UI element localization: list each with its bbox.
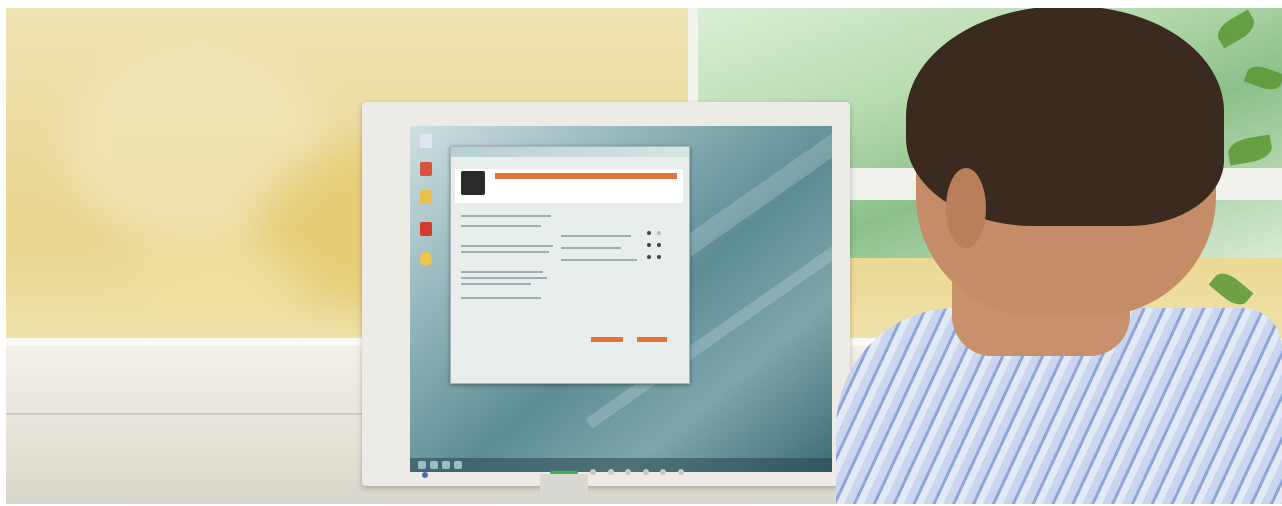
user-icon[interactable] (420, 162, 432, 176)
dialog-text-line (461, 215, 551, 217)
start-icon[interactable] (418, 461, 426, 469)
monitor (362, 102, 850, 486)
brand-logo-icon (422, 472, 428, 478)
taskbar-app-icon[interactable] (442, 461, 450, 469)
folder-icon[interactable] (420, 190, 432, 204)
monitor-button[interactable] (660, 469, 667, 475)
plant-leaf (1208, 267, 1254, 311)
dialog-banner (495, 173, 677, 179)
taskbar-app-icon[interactable] (430, 461, 438, 469)
monitor-stand (540, 474, 588, 504)
installer-dialog (450, 146, 690, 384)
dialog-text-line (561, 247, 621, 249)
app-icon[interactable] (420, 222, 432, 236)
logo-icon (461, 171, 485, 195)
recycle-bin-icon[interactable] (420, 134, 432, 148)
dialog-titlebar[interactable] (451, 147, 689, 157)
monitor-button[interactable] (642, 469, 649, 475)
dialog-text-line (561, 235, 631, 237)
monitor-button[interactable] (677, 469, 684, 475)
radio-button[interactable] (647, 231, 651, 235)
radio-button[interactable] (647, 255, 651, 259)
monitor-button[interactable] (590, 469, 597, 475)
next-button[interactable] (591, 337, 623, 342)
dialog-text-line (461, 251, 549, 253)
monitor-button[interactable] (625, 469, 632, 475)
radio-button[interactable] (657, 243, 661, 247)
photo (6, 8, 1282, 504)
dialog-text-line (461, 297, 541, 299)
radio-button[interactable] (657, 255, 661, 259)
cancel-button[interactable] (637, 337, 667, 342)
radio-button[interactable] (657, 231, 661, 235)
dialog-text-line (561, 259, 637, 261)
dialog-text-line (461, 283, 531, 285)
monitor-button[interactable] (607, 469, 614, 475)
monitor-screen (410, 126, 832, 472)
dialog-text-line (461, 245, 553, 247)
wall-stain (126, 238, 306, 328)
radio-button[interactable] (647, 243, 651, 247)
dialog-text-line (461, 225, 541, 227)
dialog-text-line (461, 277, 547, 279)
taskbar-app-icon[interactable] (454, 461, 462, 469)
settings-icon[interactable] (420, 252, 432, 266)
person-ear (946, 168, 986, 248)
dialog-text-line (461, 271, 543, 273)
